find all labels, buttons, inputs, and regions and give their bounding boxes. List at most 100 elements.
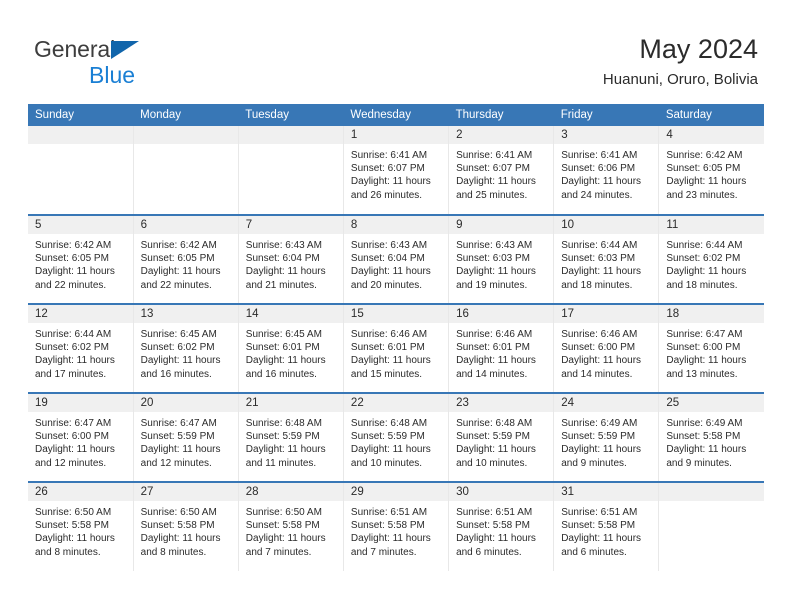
calendar-week-row: 5 Sunrise: 6:42 AM Sunset: 6:05 PM Daylight… — [28, 214, 764, 304]
calendar-day-cell[interactable]: 29 Sunrise: 6:51 AM Sunset: 5:58 PM Dayligh… — [343, 481, 450, 571]
daylight-text: Daylight: 11 hours — [561, 176, 642, 188]
calendar-day-cell[interactable]: 6 Sunrise: 6:42 AM Sunset: 6:05 PM Daylight… — [133, 214, 239, 304]
day-details: Sunrise: 6:48 AM Sunset: 5:59 PM Daylight:… — [344, 412, 448, 470]
daylight-text: and 25 minutes. — [456, 189, 528, 201]
calendar-day-cell[interactable]: 11 Sunrise: 6:44 AM Sunset: 6:02 PM Dayligh… — [658, 214, 764, 304]
sunset-text: Sunset: 5:59 PM — [245, 431, 320, 443]
sunset-text: Sunset: 6:05 PM — [666, 163, 741, 175]
calendar-day-cell[interactable]: 20 Sunrise: 6:47 AM Sunset: 5:59 PM Dayligh… — [133, 392, 239, 482]
page-title: May 2024 — [639, 34, 758, 64]
calendar-day-cell[interactable]: 9 Sunrise: 6:43 AM Sunset: 6:03 PM Daylight… — [448, 214, 555, 304]
day-details: Sunrise: 6:47 AM Sunset: 6:00 PM Daylight:… — [28, 412, 133, 470]
calendar-day-cell[interactable]: 18 Sunrise: 6:47 AM Sunset: 6:00 PM Dayligh… — [658, 303, 764, 393]
column-header-wednesday: Wednesday — [343, 104, 449, 126]
general-blue-logo: General Blue — [34, 38, 294, 88]
daylight-text: Daylight: 11 hours — [35, 533, 115, 545]
calendar-day-cell[interactable]: 15 Sunrise: 6:46 AM Sunset: 6:01 PM Dayligh… — [343, 303, 450, 393]
calendar-day-cell[interactable]: 2 Sunrise: 6:41 AM Sunset: 6:07 PM Daylight… — [448, 126, 555, 215]
daylight-text: Daylight: 11 hours — [140, 355, 221, 367]
daylight-text: Daylight: 11 hours — [35, 355, 115, 367]
calendar-day-cell[interactable]: 31 Sunrise: 6:51 AM Sunset: 5:58 PM Dayligh… — [553, 481, 660, 571]
sunset-text: Sunset: 6:04 PM — [245, 253, 320, 265]
sunrise-text: Sunrise: 6:47 AM — [140, 418, 217, 429]
day-number: 27 — [133, 483, 238, 501]
calendar-day-cell[interactable]: 25 Sunrise: 6:49 AM Sunset: 5:58 PM Dayligh… — [658, 392, 764, 482]
sunrise-text: Sunrise: 6:45 AM — [245, 329, 322, 340]
sunset-text: Sunset: 5:59 PM — [140, 431, 215, 443]
sunset-text: Sunset: 6:02 PM — [35, 342, 109, 354]
sunrise-text: Sunrise: 6:47 AM — [35, 418, 112, 429]
calendar-day-cell[interactable]: 4 Sunrise: 6:42 AM Sunset: 6:05 PM Daylight… — [658, 126, 764, 215]
daylight-text: and 24 minutes. — [561, 189, 633, 201]
sunset-text: Sunset: 6:03 PM — [561, 253, 636, 265]
day-number: 25 — [659, 394, 764, 412]
calendar-day-cell[interactable]: 10 Sunrise: 6:44 AM Sunset: 6:03 PM Dayligh… — [553, 214, 660, 304]
calendar-day-cell[interactable]: 16 Sunrise: 6:46 AM Sunset: 6:01 PM Dayligh… — [448, 303, 555, 393]
sunset-text: Sunset: 5:58 PM — [35, 520, 109, 532]
daylight-text: Daylight: 11 hours — [140, 444, 221, 456]
column-header-saturday: Saturday — [658, 104, 764, 126]
page-header: General Blue May 2024 Huanuni, Oruro, Bo… — [0, 0, 792, 104]
day-details: Sunrise: 6:50 AM Sunset: 5:58 PM Daylight:… — [134, 501, 238, 559]
day-details: Sunrise: 6:46 AM Sunset: 6:01 PM Daylight:… — [344, 323, 448, 381]
calendar-week-row: 12 Sunrise: 6:44 AM Sunset: 6:02 PM Dayligh… — [28, 303, 764, 393]
sunset-text: Sunset: 6:02 PM — [140, 342, 215, 354]
calendar-grid: Sunday Monday Tuesday Wednesday Thursday Frid… — [28, 104, 764, 571]
calendar-day-cell[interactable]: 28 Sunrise: 6:50 AM Sunset: 5:58 PM Dayligh… — [238, 481, 344, 571]
calendar-day-cell[interactable]: 14 Sunrise: 6:45 AM Sunset: 6:01 PM Dayligh… — [238, 303, 344, 393]
day-number: 8 — [343, 216, 449, 234]
daylight-text: and 14 minutes. — [456, 368, 528, 380]
calendar-day-cell[interactable]: 1 Sunrise: 6:41 AM Sunset: 6:07 PM Daylight… — [343, 126, 450, 215]
day-number: 30 — [449, 483, 554, 501]
daylight-text: Daylight: 11 hours — [350, 444, 431, 456]
calendar-day-cell[interactable]: 8 Sunrise: 6:43 AM Sunset: 6:04 PM Daylight… — [343, 214, 450, 304]
daylight-text: Daylight: 11 hours — [140, 533, 221, 545]
calendar-day-cell[interactable]: 3 Sunrise: 6:41 AM Sunset: 6:06 PM Daylight… — [553, 126, 660, 215]
daylight-text: and 10 minutes. — [456, 457, 528, 469]
calendar-day-cell[interactable]: 7 Sunrise: 6:43 AM Sunset: 6:04 PM Daylight… — [238, 214, 344, 304]
day-details: Sunrise: 6:51 AM Sunset: 5:58 PM Daylight:… — [344, 501, 448, 559]
sunset-text: Sunset: 6:00 PM — [35, 431, 109, 443]
daylight-text: and 13 minutes. — [666, 368, 738, 380]
sunrise-text: Sunrise: 6:50 AM — [140, 507, 217, 518]
daylight-text: and 23 minutes. — [666, 189, 738, 201]
calendar-day-cell[interactable]: 13 Sunrise: 6:45 AM Sunset: 6:02 PM Dayligh… — [133, 303, 239, 393]
day-details: Sunrise: 6:44 AM Sunset: 6:02 PM Daylight:… — [659, 234, 764, 292]
day-details: Sunrise: 6:46 AM Sunset: 6:00 PM Daylight:… — [554, 323, 658, 381]
page-subtitle: Huanuni, Oruro, Bolivia — [602, 71, 758, 88]
sunrise-text: Sunrise: 6:50 AM — [35, 507, 112, 518]
sunset-text: Sunset: 6:07 PM — [350, 163, 425, 175]
calendar-day-cell[interactable]: 12 Sunrise: 6:44 AM Sunset: 6:02 PM Dayligh… — [28, 303, 134, 393]
sunset-text: Sunset: 6:00 PM — [561, 342, 636, 354]
daylight-text: Daylight: 11 hours — [35, 444, 115, 456]
calendar-day-cell[interactable]: 26 Sunrise: 6:50 AM Sunset: 5:58 PM Dayligh… — [28, 481, 134, 571]
calendar-day-cell[interactable]: 21 Sunrise: 6:48 AM Sunset: 5:59 PM Dayligh… — [238, 392, 344, 482]
day-number: 18 — [659, 305, 764, 323]
sunset-text: Sunset: 6:05 PM — [35, 253, 109, 265]
daylight-text: Daylight: 11 hours — [666, 176, 747, 188]
calendar-day-cell[interactable]: 24 Sunrise: 6:49 AM Sunset: 5:59 PM Dayligh… — [553, 392, 660, 482]
calendar-day-cell[interactable]: 22 Sunrise: 6:48 AM Sunset: 5:59 PM Dayligh… — [343, 392, 450, 482]
calendar-day-cell[interactable]: 27 Sunrise: 6:50 AM Sunset: 5:58 PM Dayligh… — [133, 481, 239, 571]
daylight-text: Daylight: 11 hours — [666, 444, 747, 456]
calendar-week-row: 1 Sunrise: 6:41 AM Sunset: 6:07 PM Daylight… — [28, 126, 764, 215]
calendar-day-cell[interactable]: 19 Sunrise: 6:47 AM Sunset: 6:00 PM Dayligh… — [28, 392, 134, 482]
calendar-day-cell[interactable]: 23 Sunrise: 6:48 AM Sunset: 5:59 PM Dayligh… — [448, 392, 555, 482]
daylight-text: Daylight: 11 hours — [245, 444, 326, 456]
calendar-day-cell[interactable]: 5 Sunrise: 6:42 AM Sunset: 6:05 PM Daylight… — [28, 214, 134, 304]
sunset-text: Sunset: 5:58 PM — [666, 431, 741, 443]
day-number: 24 — [554, 394, 659, 412]
day-details: Sunrise: 6:43 AM Sunset: 6:04 PM Daylight:… — [239, 234, 343, 292]
day-number: 23 — [449, 394, 554, 412]
column-header-thursday: Thursday — [448, 104, 554, 126]
day-number: 13 — [133, 305, 238, 323]
daylight-text: and 10 minutes. — [350, 457, 423, 469]
day-details: Sunrise: 6:43 AM Sunset: 6:04 PM Daylight:… — [344, 234, 448, 292]
calendar-day-cell[interactable]: 30 Sunrise: 6:51 AM Sunset: 5:58 PM Dayligh… — [448, 481, 555, 571]
day-number — [28, 126, 133, 144]
daylight-text: and 18 minutes. — [561, 279, 633, 291]
sunset-text: Sunset: 5:58 PM — [245, 520, 320, 532]
day-number: 15 — [343, 305, 449, 323]
calendar-day-cell[interactable]: 17 Sunrise: 6:46 AM Sunset: 6:00 PM Dayligh… — [553, 303, 660, 393]
day-details: Sunrise: 6:41 AM Sunset: 6:07 PM Daylight:… — [449, 144, 553, 202]
